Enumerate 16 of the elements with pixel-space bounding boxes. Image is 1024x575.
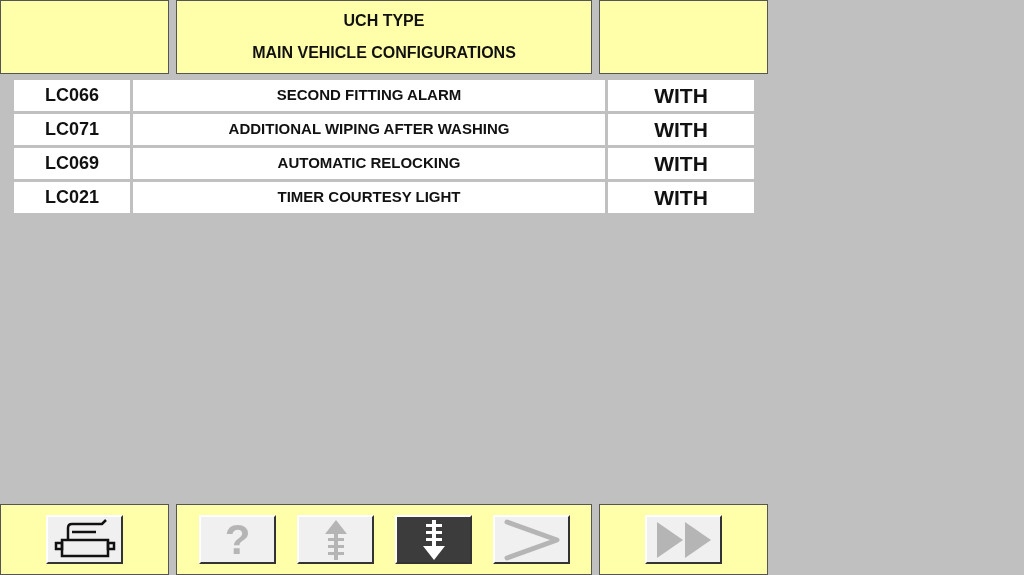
config-label: ADDITIONAL WIPING AFTER WASHING: [133, 114, 605, 145]
config-value: WITH: [608, 148, 754, 179]
screen-subtitle: MAIN VEHICLE CONFIGURATIONS: [252, 43, 516, 63]
scroll-down-button[interactable]: [395, 515, 472, 564]
config-code: LC066: [14, 80, 130, 111]
config-code: LC071: [14, 114, 130, 145]
config-label: AUTOMATIC RELOCKING: [133, 148, 605, 179]
config-value: WITH: [608, 182, 754, 213]
config-code: LC021: [14, 182, 130, 213]
config-value: WITH: [608, 80, 754, 111]
config-label: TIMER COURTESY LIGHT: [133, 182, 605, 213]
print-button[interactable]: [46, 515, 123, 564]
config-value: WITH: [608, 114, 754, 145]
config-code: LC069: [14, 148, 130, 179]
screen-title: UCH TYPE: [343, 11, 425, 31]
config-label: SECOND FITTING ALARM: [133, 80, 605, 111]
